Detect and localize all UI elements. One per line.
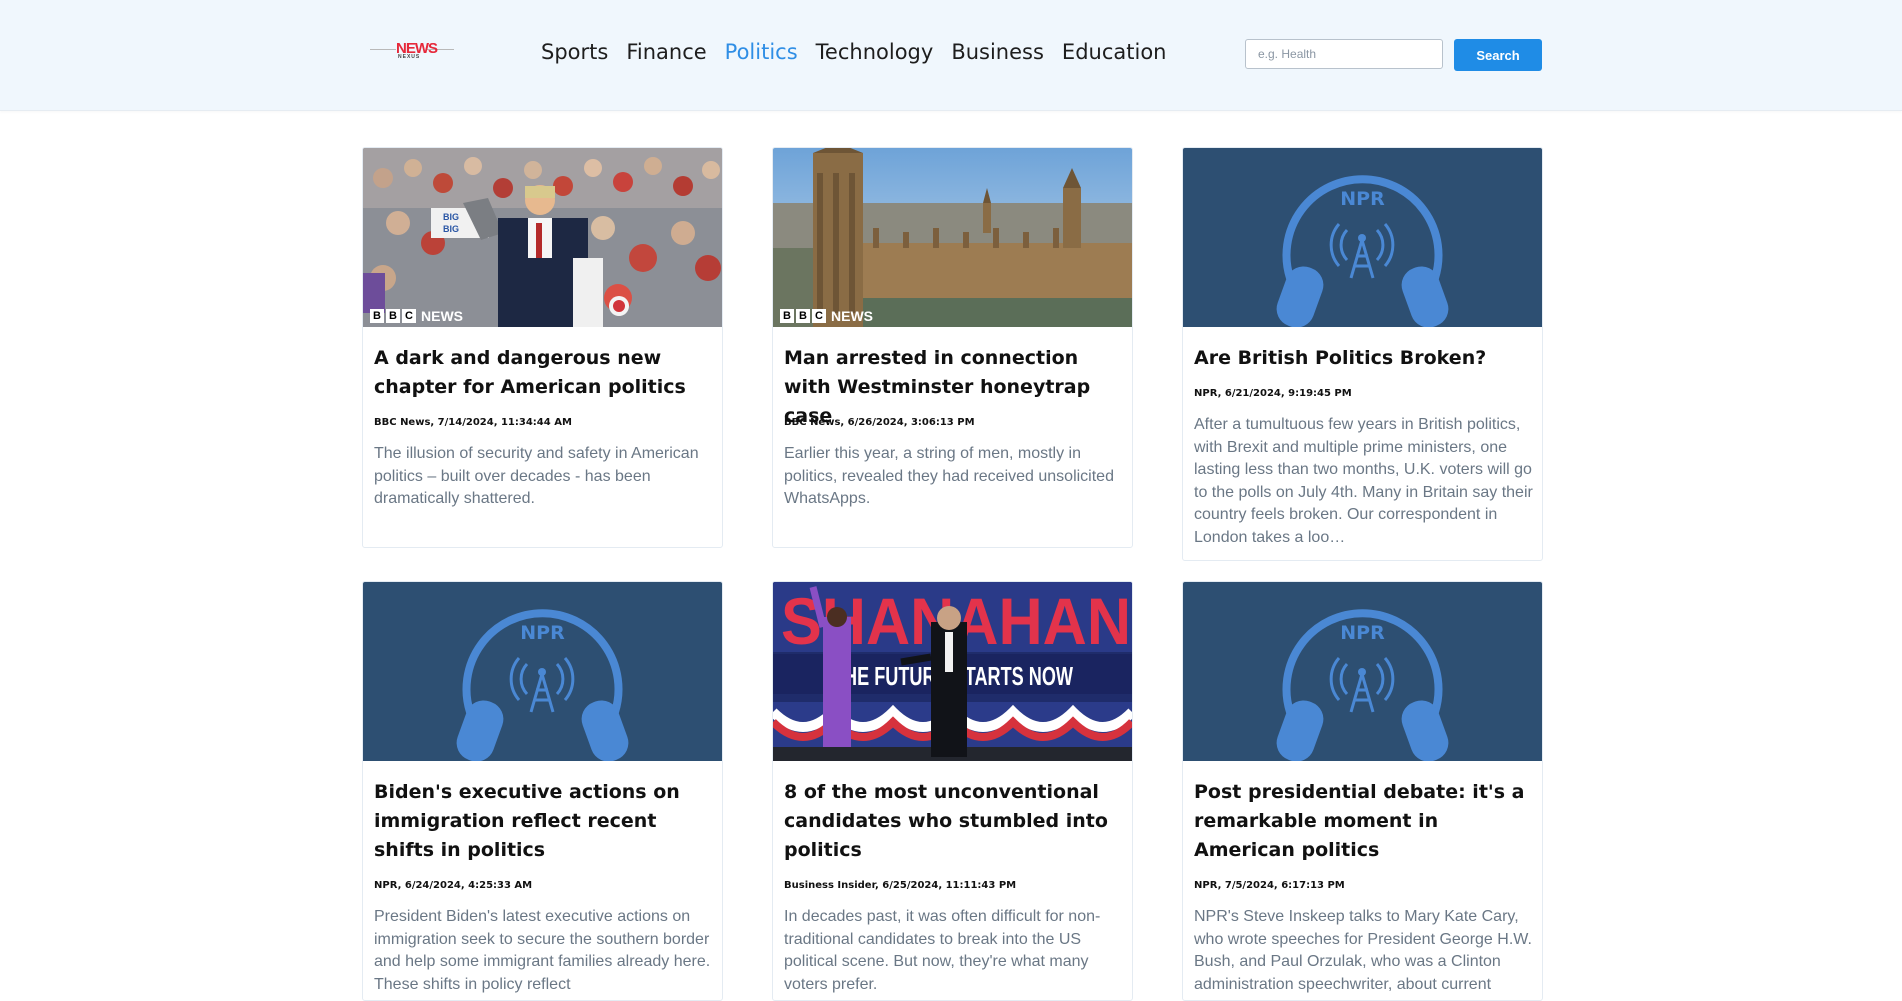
- npr-logo-image: NPR: [363, 582, 722, 761]
- search-button[interactable]: Search: [1454, 39, 1542, 71]
- article-meta: NPR, 7/5/2024, 6:17:13 PM: [1194, 880, 1345, 891]
- svg-text:BIG: BIG: [443, 212, 459, 222]
- npr-logo-text: NPR: [1340, 188, 1385, 210]
- article-meta: BBC News, 7/14/2024, 11:34:44 AM: [374, 417, 572, 428]
- article-image-rally: BIG BIG B B C NEWS: [363, 148, 722, 327]
- article-description: President Biden's latest executive actio…: [374, 908, 711, 993]
- article-title[interactable]: Are British Politics Broken?: [1194, 344, 1534, 373]
- article-description: In decades past, it was often difficult …: [784, 908, 1101, 993]
- article-description: The illusion of security and safety in A…: [374, 445, 699, 507]
- article-card[interactable]: NPR Biden's executive actions on immigra…: [362, 581, 723, 1001]
- npr-logo-image: NPR: [1183, 148, 1542, 327]
- npr-logo-text: NPR: [520, 622, 565, 644]
- article-image-campaign-stage: SHANAHAN THE FUTURE STARTS NOW: [773, 582, 1132, 761]
- article-card[interactable]: B B C NEWS Man arrested in connection wi…: [772, 147, 1133, 548]
- logo-rule-left: [370, 49, 396, 50]
- nav-politics[interactable]: Politics: [725, 40, 798, 64]
- article-title[interactable]: Biden's executive actions on immigration…: [374, 778, 714, 865]
- article-description: After a tumultuous few years in British …: [1194, 416, 1533, 546]
- article-image-westminster: B B C NEWS: [773, 148, 1132, 327]
- npr-logo-text: NPR: [1340, 622, 1385, 644]
- article-description: Earlier this year, a string of men, most…: [784, 445, 1114, 507]
- nav-technology[interactable]: Technology: [816, 40, 934, 64]
- article-card[interactable]: BIG BIG B B C NEWS A dark and dangerous …: [362, 147, 723, 548]
- nav-education[interactable]: Education: [1062, 40, 1167, 64]
- svg-text:BIG: BIG: [443, 224, 459, 234]
- logo-subtext: NEXUS: [398, 54, 421, 60]
- article-meta: NPR, 6/21/2024, 9:19:45 PM: [1194, 388, 1352, 399]
- article-meta: Business Insider, 6/25/2024, 11:11:43 PM: [784, 880, 1017, 891]
- article-card[interactable]: NPR Post presidential debate: it's a rem…: [1182, 581, 1543, 1001]
- npr-logo-image: NPR: [1183, 582, 1542, 761]
- article-description: NPR's Steve Inskeep talks to Mary Kate C…: [1194, 908, 1532, 993]
- site-logo[interactable]: NEWS NEXUS: [370, 40, 454, 62]
- article-card[interactable]: SHANAHAN THE FUTURE STARTS NOW 8 of the …: [772, 581, 1133, 1001]
- article-meta: NPR, 6/24/2024, 4:25:33 AM: [374, 880, 533, 891]
- bbc-news-badge: B B C NEWS: [370, 308, 463, 324]
- site-header: NEWS NEXUS Sports Finance Politics Techn…: [0, 0, 1902, 111]
- article-card[interactable]: NPR Are British Politics Broken? NPR, 6/…: [1182, 147, 1543, 561]
- category-nav: Sports Finance Politics Technology Busin…: [541, 40, 1184, 64]
- bbc-news-badge: B B C NEWS: [780, 308, 873, 324]
- article-meta: BBC News, 6/26/2024, 3:06:13 PM: [784, 417, 975, 428]
- nav-sports[interactable]: Sports: [541, 40, 608, 64]
- nav-finance[interactable]: Finance: [626, 40, 706, 64]
- article-title[interactable]: 8 of the most unconventional candidates …: [784, 778, 1124, 865]
- search-input[interactable]: [1245, 39, 1443, 69]
- nav-business[interactable]: Business: [951, 40, 1044, 64]
- article-title[interactable]: Post presidential debate: it's a remarka…: [1194, 778, 1534, 865]
- article-title[interactable]: A dark and dangerous new chapter for Ame…: [374, 344, 714, 402]
